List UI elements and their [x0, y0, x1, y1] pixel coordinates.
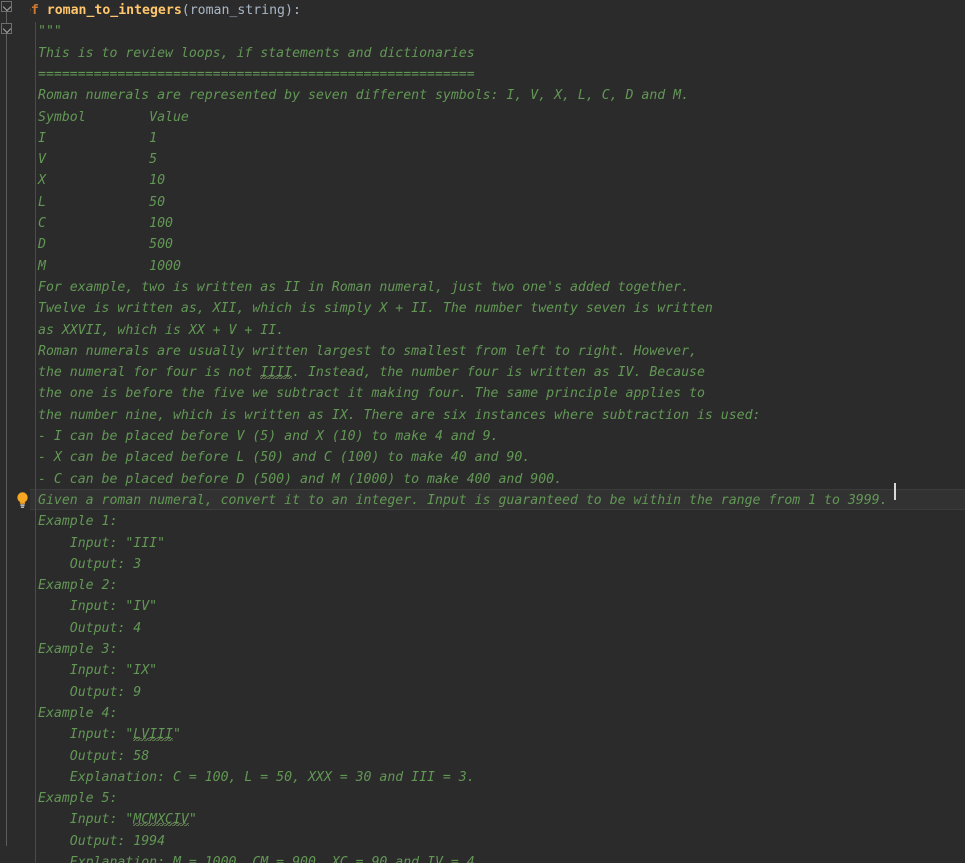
code-line-docstring[interactable]: Given a roman numeral, convert it to an … [0, 490, 965, 511]
code-line-docstring[interactable]: V 5 [0, 149, 965, 170]
code-line-docstring[interactable]: Input: "LVIII" [0, 724, 965, 745]
code-line-docstring[interactable]: - X can be placed before L (50) and C (1… [0, 447, 965, 468]
editor-gutter[interactable] [0, 0, 30, 863]
docstring-text: Roman numerals are usually written large… [38, 343, 697, 359]
fold-collapse-docstring-icon[interactable] [1, 23, 12, 34]
code-line-docstring[interactable]: D 500 [0, 234, 965, 255]
docstring-text: ========================================… [38, 66, 475, 82]
code-line-docstring[interactable]: as XXVII, which is XX + V + II. [0, 320, 965, 341]
docstring-text: Output: 9 [38, 684, 142, 700]
code-line-docstring[interactable]: Input: "III" [0, 533, 965, 554]
docstring-text: X 10 [38, 173, 166, 189]
code-line-docstring[interactable]: Input: "MCMXCIV" [0, 809, 965, 830]
docstring-text: Output: 58 [38, 748, 150, 764]
docstring-text: Example 4: [38, 705, 118, 721]
docstring-text: Input: "IV" [38, 599, 158, 615]
docstring-text: - I can be placed before V (5) and X (10… [38, 429, 499, 444]
code-line-docstring[interactable]: the number nine, which is written as IX.… [0, 405, 965, 426]
open-paren: ( [181, 3, 190, 18]
docstring-text: Output: 3 [38, 556, 142, 572]
docstring-text: - C can be placed before D (500) and M (… [38, 471, 563, 487]
spellcheck-warning: MCMXCIV [133, 812, 189, 828]
spellcheck-warning: LVIII [133, 727, 173, 743]
docstring-text: Output: 4 [38, 620, 142, 636]
docstring-text: as XXVII, which is XX + V + II. [38, 322, 285, 338]
docstring-text: Output: 1994 [38, 833, 166, 849]
docstring-text: Input: "MCMXCIV" [38, 812, 197, 828]
docstring-text: Input: "LVIII" [38, 727, 181, 743]
code-line-docstring[interactable]: L 50 [0, 192, 965, 213]
code-editor[interactable]: def roman_to_integers(roman_string): """… [0, 0, 965, 863]
lightbulb-icon[interactable] [14, 491, 31, 510]
code-line-docstring[interactable]: ========================================… [0, 64, 965, 85]
fold-collapse-def-icon[interactable] [1, 1, 12, 12]
code-line-docstring[interactable]: Explanation: M = 1000, CM = 900, XC = 90… [0, 852, 965, 863]
docstring-text: - X can be placed before L (50) and C (1… [38, 450, 531, 466]
docstring-text: Example 3: [38, 642, 118, 657]
code-line-docstring[interactable]: Input: "IX" [0, 660, 965, 681]
code-line-docstring-open[interactable]: """ [0, 21, 965, 42]
code-line-docstring[interactable]: Example 3: [0, 639, 965, 660]
code-text-layer[interactable]: def roman_to_integers(roman_string): """… [0, 0, 965, 863]
docstring-text: Input: "III" [38, 535, 166, 551]
code-line-docstring[interactable]: Output: 3 [0, 554, 965, 575]
docstring-text: the one is before the five we subtract i… [38, 386, 705, 402]
docstring-text: Twelve is written as, XII, which is simp… [38, 301, 713, 317]
fold-region-line [6, 8, 7, 846]
docstring-text: I 1 [38, 130, 158, 146]
code-line-docstring[interactable]: the numeral for four is not IIII. Instea… [0, 362, 965, 383]
docstring-text: Example 5: [38, 791, 118, 807]
code-line-docstring[interactable]: the one is before the five we subtract i… [0, 383, 965, 404]
docstring-text: the number nine, which is written as IX.… [38, 407, 761, 423]
code-line-docstring[interactable]: Output: 58 [0, 746, 965, 767]
code-line-docstring[interactable]: Output: 4 [0, 618, 965, 639]
docstring-text: Example 1: [38, 514, 118, 530]
code-line-docstring[interactable]: X 10 [0, 170, 965, 191]
docstring-text: Given a roman numeral, convert it to an … [38, 492, 888, 508]
docstring-text: L 50 [38, 194, 166, 210]
code-line-docstring[interactable]: M 1000 [0, 256, 965, 277]
close-paren: ) [285, 3, 293, 18]
code-line-def[interactable]: def roman_to_integers(roman_string): [0, 0, 965, 21]
code-line-docstring[interactable]: Symbol Value [0, 107, 965, 128]
code-line-docstring[interactable]: Output: 9 [0, 682, 965, 703]
docstring-text: Explanation: C = 100, L = 50, XXX = 30 a… [38, 769, 475, 785]
spellcheck-warning: IIII [260, 365, 293, 381]
docstring-text: C 100 [38, 216, 173, 231]
code-line-docstring[interactable]: Input: "IV" [0, 596, 965, 617]
docstring-text: V 5 [38, 152, 158, 168]
code-line-docstring[interactable]: Example 2: [0, 575, 965, 596]
code-line-docstring[interactable]: - C can be placed before D (500) and M (… [0, 469, 965, 490]
colon: : [292, 3, 301, 18]
code-line-docstring[interactable]: For example, two is written as II in Rom… [0, 277, 965, 298]
docstring-text: For example, two is written as II in Rom… [38, 279, 690, 295]
code-line-docstring[interactable]: I 1 [0, 128, 965, 149]
code-line-docstring[interactable]: C 100 [0, 213, 965, 234]
code-line-docstring[interactable]: This is to review loops, if statements a… [0, 43, 965, 64]
docstring-text: Symbol Value [38, 109, 189, 125]
docstring-text: Explanation: M = 1000, CM = 900, XC = 90… [38, 855, 483, 863]
code-line-docstring[interactable]: Example 5: [0, 788, 965, 809]
code-line-docstring[interactable]: Twelve is written as, XII, which is simp… [0, 298, 965, 319]
function-name: roman_to_integers [46, 3, 182, 18]
code-line-docstring[interactable]: Explanation: C = 100, L = 50, XXX = 30 a… [0, 767, 965, 788]
code-line-docstring[interactable]: - I can be placed before V (5) and X (10… [0, 426, 965, 447]
code-line-docstring[interactable]: Roman numerals are usually written large… [0, 341, 965, 362]
docstring-text: M 1000 [38, 258, 181, 274]
docstring-text: Roman numerals are represented by seven … [38, 88, 690, 104]
docstring-text: Input: "IX" [38, 663, 158, 679]
code-line-docstring[interactable]: Example 1: [0, 511, 965, 532]
docstring-text: D 500 [38, 237, 173, 253]
code-line-docstring[interactable]: Output: 1994 [0, 831, 965, 852]
docstring-text: This is to review loops, if statements a… [38, 45, 475, 61]
code-line-docstring[interactable]: Example 4: [0, 703, 965, 724]
docstring-quotes: """ [38, 24, 62, 40]
docstring-text: Example 2: [38, 578, 118, 594]
code-line-docstring[interactable]: Roman numerals are represented by seven … [0, 85, 965, 106]
function-param: roman_string [189, 3, 285, 18]
docstring-text: the numeral for four is not IIII. Instea… [38, 365, 705, 381]
text-caret [894, 483, 896, 500]
